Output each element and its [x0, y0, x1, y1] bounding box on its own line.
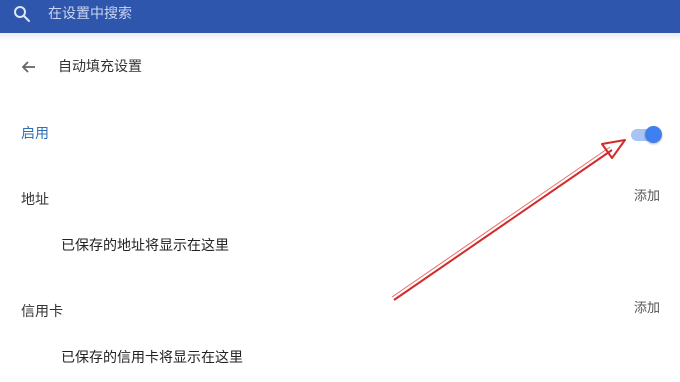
search-input[interactable]: 在设置中搜索 — [48, 5, 132, 23]
search-icon[interactable] — [13, 5, 31, 23]
page-title: 自动填充设置 — [58, 59, 142, 75]
credit-card-empty-text: 已保存的信用卡将显示在这里 — [61, 350, 243, 366]
top-search-bar: 在设置中搜索 — [0, 0, 680, 33]
arrow-left-icon[interactable] — [19, 57, 39, 77]
address-section-label: 地址 — [21, 192, 49, 208]
enable-toggle[interactable] — [629, 125, 663, 145]
autofill-settings-panel — [0, 33, 680, 382]
panel-divider — [0, 33, 680, 41]
toggle-knob — [645, 126, 662, 143]
address-empty-text: 已保存的地址将显示在这里 — [61, 238, 229, 254]
add-credit-card-button[interactable]: 添加 — [634, 300, 660, 318]
enable-label: 启用 — [21, 126, 49, 142]
credit-card-section-label: 信用卡 — [21, 304, 63, 320]
add-address-button[interactable]: 添加 — [634, 188, 660, 206]
